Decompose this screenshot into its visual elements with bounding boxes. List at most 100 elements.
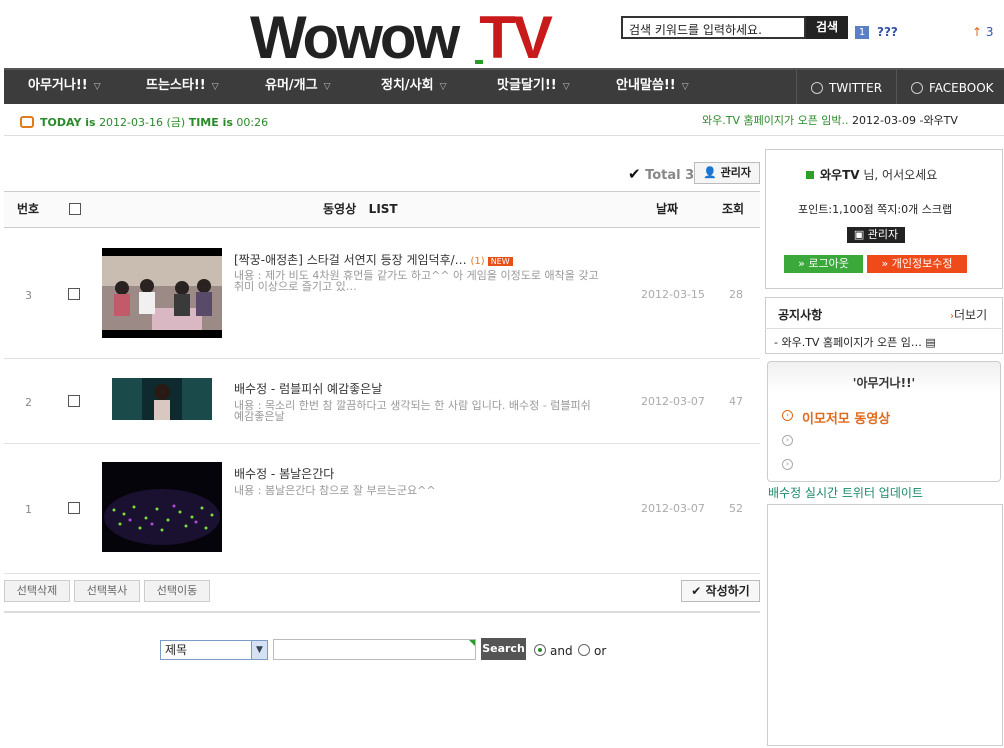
radio-and[interactable] xyxy=(534,644,546,656)
badge-text[interactable]: ??? xyxy=(877,25,898,39)
chevron-right-icon[interactable]: › xyxy=(782,435,793,446)
search-button[interactable]: 검색 xyxy=(806,16,848,39)
sidebar-admin-button[interactable]: ▣ 관리자 xyxy=(847,227,905,243)
tag-icon xyxy=(20,116,34,128)
chevron-right-icon[interactable]: › xyxy=(782,459,793,470)
total-label: Total 3 xyxy=(645,168,695,183)
nav-item-stars[interactable]: 뜨는스타!! ▽ xyxy=(146,70,219,104)
logo-text-right: TV xyxy=(479,4,553,71)
notice-ticker[interactable]: 와우.TV 홈페이지가 오픈 임박.. 2012-03-09 -와우TV xyxy=(702,112,958,128)
col-title-label: 동영상 xyxy=(323,202,357,216)
nav-item-politics[interactable]: 정치/사회 ▽ xyxy=(381,70,447,104)
facebook-icon xyxy=(911,82,923,94)
move-selected-button[interactable]: 선택이동 xyxy=(144,580,210,602)
nav-label: 맛글달기!! xyxy=(497,78,557,93)
row-description: 내용 : 봄날은간다 참으로 잘 부르는군요^^ xyxy=(234,484,436,497)
search-field-select[interactable]: 제목 ▼ xyxy=(160,640,268,660)
total-count: ✔ Total 3 xyxy=(628,165,694,183)
facebook-link[interactable]: FACEBOOK xyxy=(896,70,1004,104)
user-name: 와우TV xyxy=(820,168,860,182)
nav-item-anything[interactable]: 아무거나!! ▽ xyxy=(28,70,101,104)
site-logo[interactable]: Wowow TV xyxy=(250,6,553,68)
nav-label: 정치/사회 xyxy=(381,78,434,93)
chevron-right-icon: › xyxy=(782,410,793,421)
col-list-label: LIST xyxy=(368,202,398,216)
today-info: TODAY is 2012-03-16 (금) TIME is 00:26 xyxy=(20,114,268,130)
write-button[interactable]: ✔ 작성하기 xyxy=(681,580,760,602)
notice-item[interactable]: - 와우.TV 홈페이지가 오픈 임… ▤ xyxy=(774,334,936,350)
save-icon: ▤ xyxy=(925,336,936,349)
row-title[interactable]: [짝꿍-애정촌] 스타걸 서연지 등장 게임덕후/… (1) NEW xyxy=(234,251,513,268)
welcome-message: 님, 어서오세요 xyxy=(863,168,938,182)
notice-title: 공지사항 xyxy=(778,308,823,322)
nav-label: 뜨는스타!! xyxy=(146,78,206,93)
nav-label: 아무거나!! xyxy=(28,78,88,93)
admin-button[interactable]: 👤 관리자 xyxy=(694,162,760,184)
nav-item-notice[interactable]: 안내말씀!! ▽ xyxy=(616,70,689,104)
user-points[interactable]: 포인트:1,100점 쪽지:0개 스크랩 xyxy=(798,201,952,217)
col-title: 동영상 LIST xyxy=(323,200,398,217)
select-all-checkbox[interactable] xyxy=(69,203,81,215)
col-number: 번호 xyxy=(17,202,40,216)
delete-selected-button[interactable]: 선택삭제 xyxy=(4,580,70,602)
twitter-link[interactable]: TWITTER xyxy=(796,70,896,104)
category-item[interactable]: 이모저모 동영상 xyxy=(802,408,890,427)
row-number: 3 xyxy=(25,289,32,302)
board-search-input[interactable] xyxy=(273,639,476,660)
video-thumbnail[interactable] xyxy=(112,378,212,420)
up-count[interactable]: ↑ 3 xyxy=(972,25,994,39)
time-value: 00:26 xyxy=(236,116,269,129)
welcome-text: 와우TV 님, 어서오세요 xyxy=(806,166,937,183)
copy-selected-button[interactable]: 선택복사 xyxy=(74,580,140,602)
row-description: 내용 : 목소리 한번 참 깔끔하다고 생각되는 한 사람 입니다. 배수정 -… xyxy=(234,399,591,423)
row-title[interactable]: 배수정 - 봄날은간다 xyxy=(234,465,334,482)
chevron-down-icon: ▽ xyxy=(93,82,101,92)
radio-or[interactable] xyxy=(578,644,590,656)
notice-more-link[interactable]: ›더보기 xyxy=(950,306,987,323)
ticker-link[interactable]: 와우.TV 홈페이지가 오픈 임박.. xyxy=(702,114,849,127)
row-hits: 47 xyxy=(729,395,743,408)
notice-item-text[interactable]: - 와우.TV 홈페이지가 오픈 임… xyxy=(774,336,922,349)
col-date: 날짜 xyxy=(656,202,679,216)
row-checkbox[interactable] xyxy=(68,502,80,514)
main-nav: 아무거나!! ▽ 뜨는스타!! ▽ 유머/개그 ▽ 정치/사회 ▽ 맛글달기!! ▽ 안내… xyxy=(4,68,1004,104)
twitter-icon xyxy=(811,82,823,94)
comment-count: (1) xyxy=(470,256,485,267)
select-value: 제목 xyxy=(165,643,188,657)
row-checkbox[interactable] xyxy=(68,288,80,300)
search-input[interactable]: 검색 키워드를 입력하세요. xyxy=(621,16,806,39)
edit-profile-button[interactable]: » 개인정보수정 xyxy=(867,255,967,273)
board-search-button[interactable]: Search xyxy=(481,638,526,660)
new-badge: NEW xyxy=(487,257,513,266)
notification-badge[interactable]: 1 xyxy=(855,26,869,39)
category-title: '아무거나!!' xyxy=(852,376,916,390)
radio-and-label: and xyxy=(550,644,573,658)
admin-label: 관리자 xyxy=(720,166,751,179)
notice-more-label: 더보기 xyxy=(954,308,988,322)
nav-item-humor[interactable]: 유머/개그 ▽ xyxy=(265,70,331,104)
twitter-label: TWITTER xyxy=(829,81,883,95)
chevron-down-icon: ▼ xyxy=(251,641,267,659)
video-thumbnail[interactable] xyxy=(102,462,222,552)
twitter-feed-title[interactable]: 배수정 실시간 트위터 업데이트 xyxy=(768,484,923,501)
today-value: 2012-03-16 (금) xyxy=(99,116,186,129)
monitor-icon: ▣ xyxy=(853,228,865,241)
row-hits: 28 xyxy=(729,288,743,301)
chevron-down-icon: ▽ xyxy=(681,82,689,92)
check-icon: ✔ xyxy=(628,165,641,183)
chevron-down-icon: ▽ xyxy=(211,82,219,92)
thumbnail-image xyxy=(102,256,222,330)
nav-label: 유머/개그 xyxy=(265,78,318,93)
row-date: 2012-03-07 xyxy=(641,502,705,515)
up-arrow-icon: ↑ xyxy=(972,25,983,39)
row-number: 2 xyxy=(25,396,32,409)
row-title-text[interactable]: [짝꿍-애정촌] 스타걸 서연지 등장 게임덕후/… xyxy=(234,253,467,267)
nav-item-comments[interactable]: 맛글달기!! ▽ xyxy=(497,70,570,104)
radio-or-label: or xyxy=(594,644,607,658)
logout-button[interactable]: » 로그아웃 xyxy=(784,255,863,273)
row-checkbox[interactable] xyxy=(68,395,80,407)
chevron-down-icon: ▽ xyxy=(562,82,570,92)
divider xyxy=(765,328,1003,329)
row-title[interactable]: 배수정 - 럼블피쉬 예감좋은날 xyxy=(234,380,382,397)
video-thumbnail[interactable] xyxy=(102,248,222,338)
